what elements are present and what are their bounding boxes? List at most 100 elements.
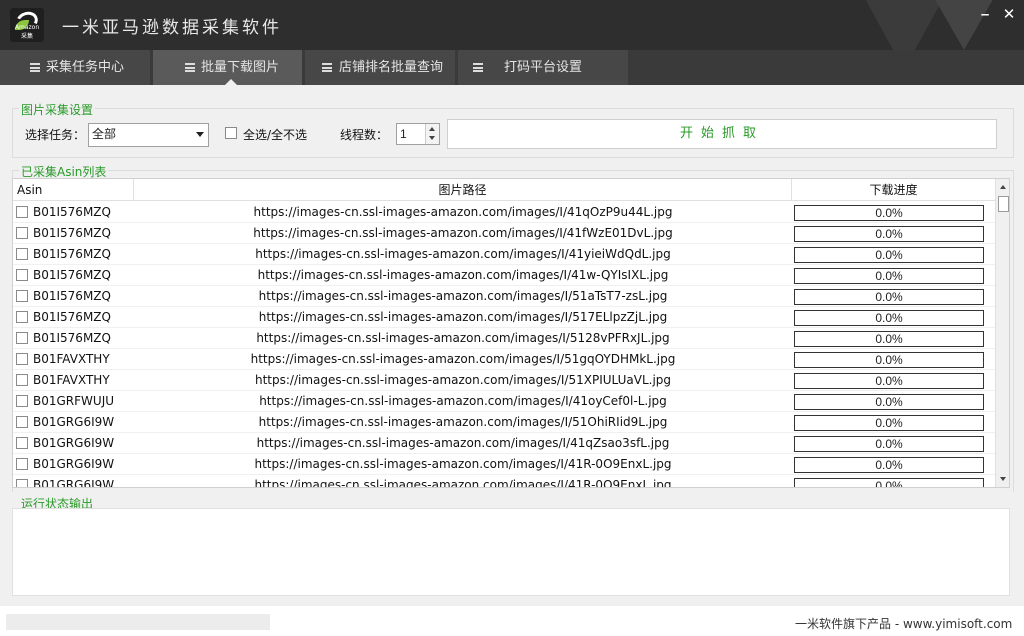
footer-text: 一米软件旗下产品 - www.yimisoft.com [795,617,1013,631]
row-checkbox[interactable] [16,353,28,365]
row-checkbox[interactable] [16,458,28,470]
row-checkbox[interactable] [16,269,28,281]
row-checkbox[interactable] [16,395,28,407]
active-tab-indicator [225,79,237,85]
tab-label: 打码平台设置 [504,60,583,75]
table-row[interactable]: B01GRG6I9W https://images-cn.ssl-images-a… [13,475,995,488]
download-progress: 0.0% [794,289,984,305]
row-checkbox[interactable] [16,437,28,449]
row-checkbox[interactable] [16,290,28,302]
tab-label: 店铺排名批量查询 [339,60,444,75]
image-path-cell: https://images-cn.ssl-images-amazon.com/… [256,436,670,450]
table-row[interactable]: B01I576MZQ https://images-cn.ssl-images-a… [13,307,995,328]
table-row[interactable]: B01FAVXTHY https://images-cn.ssl-images-a… [13,370,995,391]
task-select-value: 全部 [92,127,117,141]
table-header: Asin 图片路径 下载进度 [13,179,995,201]
row-checkbox[interactable] [16,332,28,344]
download-progress: 0.0% [794,373,984,389]
table-row[interactable]: B01GRFWUJU https://images-cn.ssl-images-a… [13,391,995,412]
asin-cell: B01GRG6I9W [33,415,115,429]
column-header-path[interactable]: 图片路径 [134,179,792,201]
tab-label: 批量下载图片 [201,60,280,75]
group-legend: 图片采集设置 [19,101,96,118]
table-body: B01I576MZQ https://images-cn.ssl-images-a… [13,202,995,488]
download-progress: 0.0% [794,247,984,263]
table-row[interactable]: B01I576MZQ https://images-cn.ssl-images-a… [13,223,995,244]
menu-icon [322,63,332,72]
stepper-buttons[interactable] [425,124,439,144]
download-progress: 0.0% [794,478,984,487]
threads-stepper[interactable]: 1 [396,123,440,145]
log-output[interactable] [12,508,1010,596]
stepper-down-icon[interactable] [429,136,435,140]
download-progress: 0.0% [794,310,984,326]
table-row[interactable]: B01GRG6I9W https://images-cn.ssl-images-a… [13,454,995,475]
table-row[interactable]: B01I576MZQ https://images-cn.ssl-images-a… [13,202,995,223]
table-row[interactable]: B01FAVXTHY https://images-cn.ssl-images-a… [13,349,995,370]
column-header-progress[interactable]: 下载进度 [792,179,995,201]
image-path-cell: https://images-cn.ssl-images-amazon.com/… [253,226,673,240]
asin-cell: B01I576MZQ [33,310,111,324]
task-select[interactable]: 全部 [88,123,209,147]
stepper-up-icon[interactable] [429,127,435,131]
tab-captcha-settings[interactable]: 打码平台设置 [458,50,628,85]
status-field [6,614,270,630]
row-checkbox[interactable] [16,311,28,323]
tab-task-center[interactable]: 采集任务中心 [0,50,150,85]
table-row[interactable]: B01GRG6I9W https://images-cn.ssl-images-a… [13,433,995,454]
row-checkbox[interactable] [16,479,28,487]
row-checkbox[interactable] [16,227,28,239]
tab-batch-download[interactable]: 批量下载图片 [153,50,302,85]
menu-icon [473,63,483,72]
scroll-down-icon[interactable] [1000,477,1006,481]
select-all-checkbox[interactable] [225,127,237,139]
image-path-cell: https://images-cn.ssl-images-amazon.com/… [259,394,667,408]
image-path-cell: https://images-cn.ssl-images-amazon.com/… [254,478,672,488]
menu-icon [185,63,195,72]
close-button[interactable]: ✕ [1000,6,1018,24]
download-progress: 0.0% [794,226,984,242]
status-bar: 一米软件旗下产品 - www.yimisoft.com [0,606,1024,636]
asin-cell: B01I576MZQ [33,247,111,261]
threads-label: 线程数： [340,128,389,142]
table-scrollbar[interactable] [995,179,1009,487]
table-row[interactable]: B01I576MZQ https://images-cn.ssl-images-a… [13,265,995,286]
row-checkbox[interactable] [16,416,28,428]
row-checkbox[interactable] [16,248,28,260]
start-button[interactable]: 开始抓取 [447,119,997,149]
image-path-cell: https://images-cn.ssl-images-amazon.com/… [258,289,668,303]
column-header-asin[interactable]: Asin [13,179,134,201]
image-path-cell: https://images-cn.ssl-images-amazon.com/… [254,373,672,387]
asin-cell: B01FAVXTHY [33,352,110,366]
image-path-cell: https://images-cn.ssl-images-amazon.com/… [250,352,676,366]
tab-label: 采集任务中心 [46,60,125,75]
image-path-cell: https://images-cn.ssl-images-amazon.com/… [254,457,672,471]
table-row[interactable]: B01GRG6I9W https://images-cn.ssl-images-a… [13,412,995,433]
select-all-label: 全选/全不选 [243,128,308,142]
asin-cell: B01GRG6I9W [33,457,115,471]
asin-cell: B01I576MZQ [33,268,111,282]
download-progress: 0.0% [794,457,984,473]
download-progress: 0.0% [794,436,984,452]
tab-store-ranking[interactable]: 店铺排名批量查询 [305,50,455,85]
chevron-down-icon [196,132,204,137]
threads-value: 1 [400,127,407,141]
menu-icon [30,63,40,72]
minimize-button[interactable]: – [976,6,994,24]
row-checkbox[interactable] [16,374,28,386]
table-row[interactable]: B01I576MZQ https://images-cn.ssl-images-a… [13,244,995,265]
asin-cell: B01I576MZQ [33,205,111,219]
asin-cell: B01I576MZQ [33,331,111,345]
asin-cell: B01FAVXTHY [33,373,110,387]
scroll-up-icon[interactable] [1000,185,1006,189]
table-row[interactable]: B01I576MZQ https://images-cn.ssl-images-a… [13,328,995,349]
image-path-cell: https://images-cn.ssl-images-amazon.com/… [258,310,668,324]
download-progress: 0.0% [794,205,984,221]
download-progress: 0.0% [794,415,984,431]
scroll-thumb[interactable] [998,196,1009,212]
row-checkbox[interactable] [16,206,28,218]
table-row[interactable]: B01I576MZQ https://images-cn.ssl-images-a… [13,286,995,307]
app-title: 一米亚马逊数据采集软件 [62,18,282,38]
download-progress: 0.0% [794,331,984,347]
download-progress: 0.0% [794,268,984,284]
